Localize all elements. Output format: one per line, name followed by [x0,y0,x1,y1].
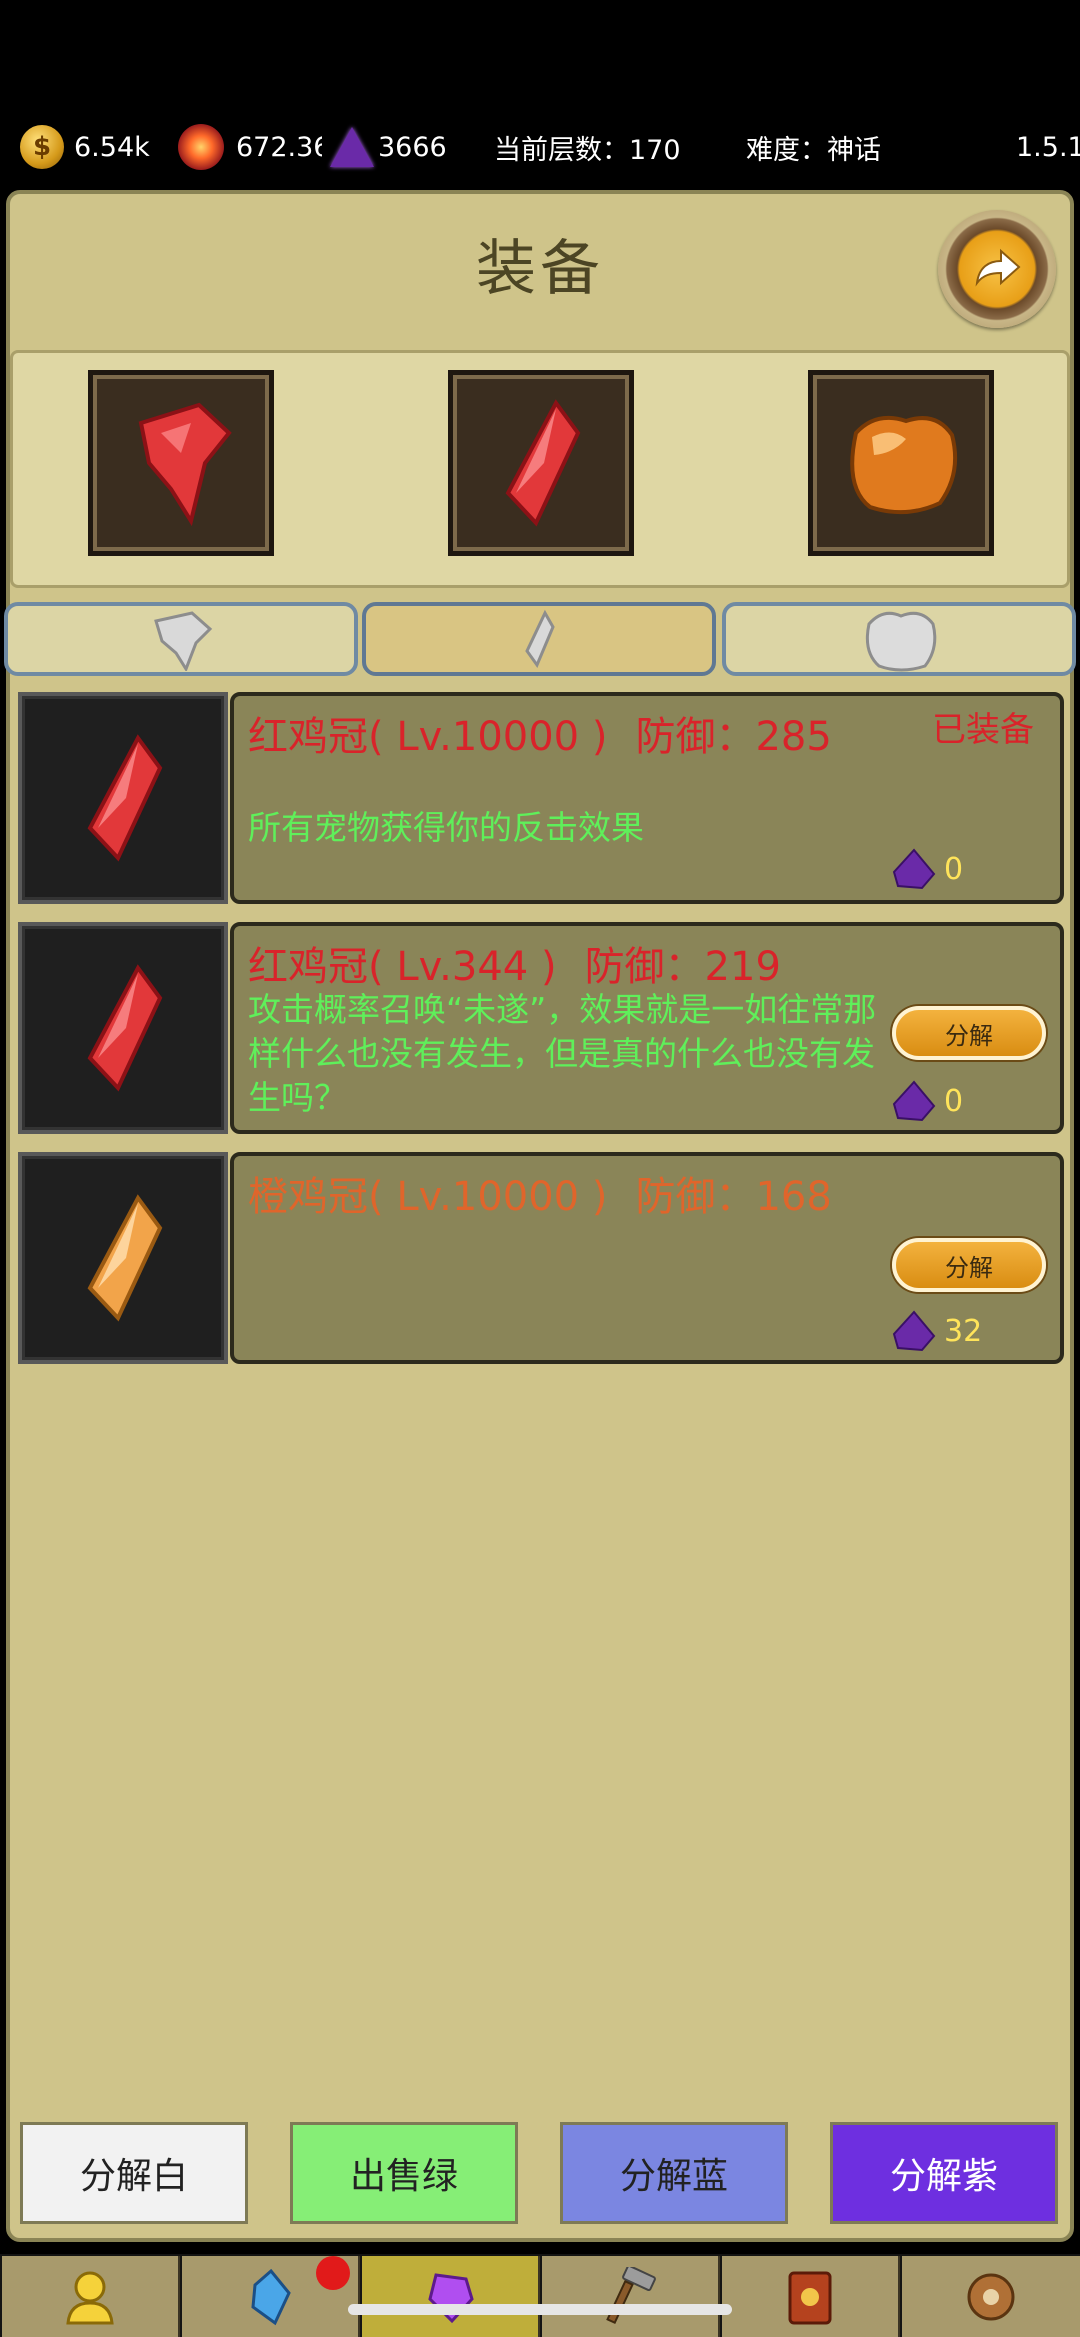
amber-stone-icon [850,416,958,515]
gem-reward-value: 0 [944,1083,964,1119]
tab-category-2[interactable] [362,602,716,676]
purple-gem-icon [892,1310,936,1352]
nav-forge[interactable] [542,2256,720,2337]
red-crystal-icon [505,399,581,527]
purple-gem-icon [330,127,374,167]
equipped-slot-3[interactable] [808,370,994,556]
book-icon [788,2271,832,2324]
dismantle-button[interactable]: 分解 [892,1006,1046,1060]
nav-book[interactable] [722,2256,900,2337]
orange-crystal-icon [87,1194,163,1322]
dismantle-blue-button[interactable]: 分解蓝 [560,2122,788,2224]
purple-gem-icon [892,1080,936,1122]
gem-counter: 3666 [330,118,447,176]
item-description: 所有宠物获得你的反击效果 [248,808,644,847]
item-name-text: 红鸡冠( Lv.10000 ) [248,714,608,760]
item-description: 攻击概率召唤“未遂”，效果就是一如往常那样什么也没有发生，但是真的什么也没有发生… [248,990,877,1117]
status-bar: $ 6.54k 672.36k 3666 当前层数：170 难度：神话 1.5.… [0,118,1080,176]
item-name-text: 橙鸡冠( Lv.10000 ) [248,1174,608,1220]
gem-reward-value: 32 [944,1313,983,1349]
item-icon-2[interactable] [18,922,228,1134]
hero-icon [66,2271,114,2324]
arrow-right-icon [975,248,1021,287]
tab-category-1[interactable] [4,602,358,676]
item-stat: 防御：168 [635,1174,832,1220]
gem-icon [428,2272,474,2323]
nav-hero[interactable] [2,2256,180,2337]
essence-counter: 672.36k [178,118,322,176]
item-name: 红鸡冠( Lv.10000 ) 防御：285 [248,704,832,762]
red-crest-icon [138,402,232,527]
silver-stone-icon [865,611,937,672]
purple-gem-icon [892,848,936,890]
version-label: 1.5.1 [1016,131,1080,163]
gold-coin-icon: $ [20,125,64,169]
item-stat: 防御：219 [584,944,781,990]
floor-label: 当前层数：170 [494,134,681,166]
red-crystal-icon [87,734,163,862]
crystal-icon [251,2268,291,2325]
fire-orb-icon [178,124,224,170]
equipped-slot-2[interactable] [448,370,634,556]
gold-value: 6.54k [74,131,150,163]
gold-counter: $ 6.54k [20,118,150,176]
red-crystal-icon [87,964,163,1092]
back-button[interactable] [938,210,1056,328]
nav-cookie[interactable] [902,2256,1080,2337]
equipped-badge: 已装备 [932,710,1034,750]
item-stat: 防御：285 [635,714,832,760]
page-title: 装备 [476,234,604,304]
silver-crystal-icon [525,609,555,669]
item-icon-1[interactable] [18,692,228,904]
essence-value: 672.36k [236,131,322,163]
item-name-text: 红鸡冠( Lv.344 ) [248,944,557,990]
notification-badge [316,2256,350,2290]
silver-crest-icon [154,611,213,671]
difficulty-label: 难度：神话 [746,134,881,166]
nav-gem[interactable] [362,2256,540,2337]
dismantle-button[interactable]: 分解 [892,1238,1046,1292]
tab-category-3[interactable] [722,602,1076,676]
dismantle-purple-button[interactable]: 分解紫 [830,2122,1058,2224]
hammer-icon [606,2266,656,2324]
item-name: 红鸡冠( Lv.344 ) 防御：219 [248,934,781,992]
sell-green-button[interactable]: 出售绿 [290,2122,518,2224]
item-icon-3[interactable] [18,1152,228,1364]
gem-value: 3666 [378,131,447,163]
cookie-icon [967,2273,1015,2320]
gem-reward-value: 0 [944,851,964,887]
item-name: 橙鸡冠( Lv.10000 ) 防御：168 [248,1164,832,1222]
home-indicator [348,2304,732,2315]
gem-reward: 32 [892,1310,982,1352]
gem-reward: 0 [892,1080,963,1122]
dismantle-white-button[interactable]: 分解白 [20,2122,248,2224]
equipped-slot-1[interactable] [88,370,274,556]
gem-reward: 0 [892,848,963,890]
